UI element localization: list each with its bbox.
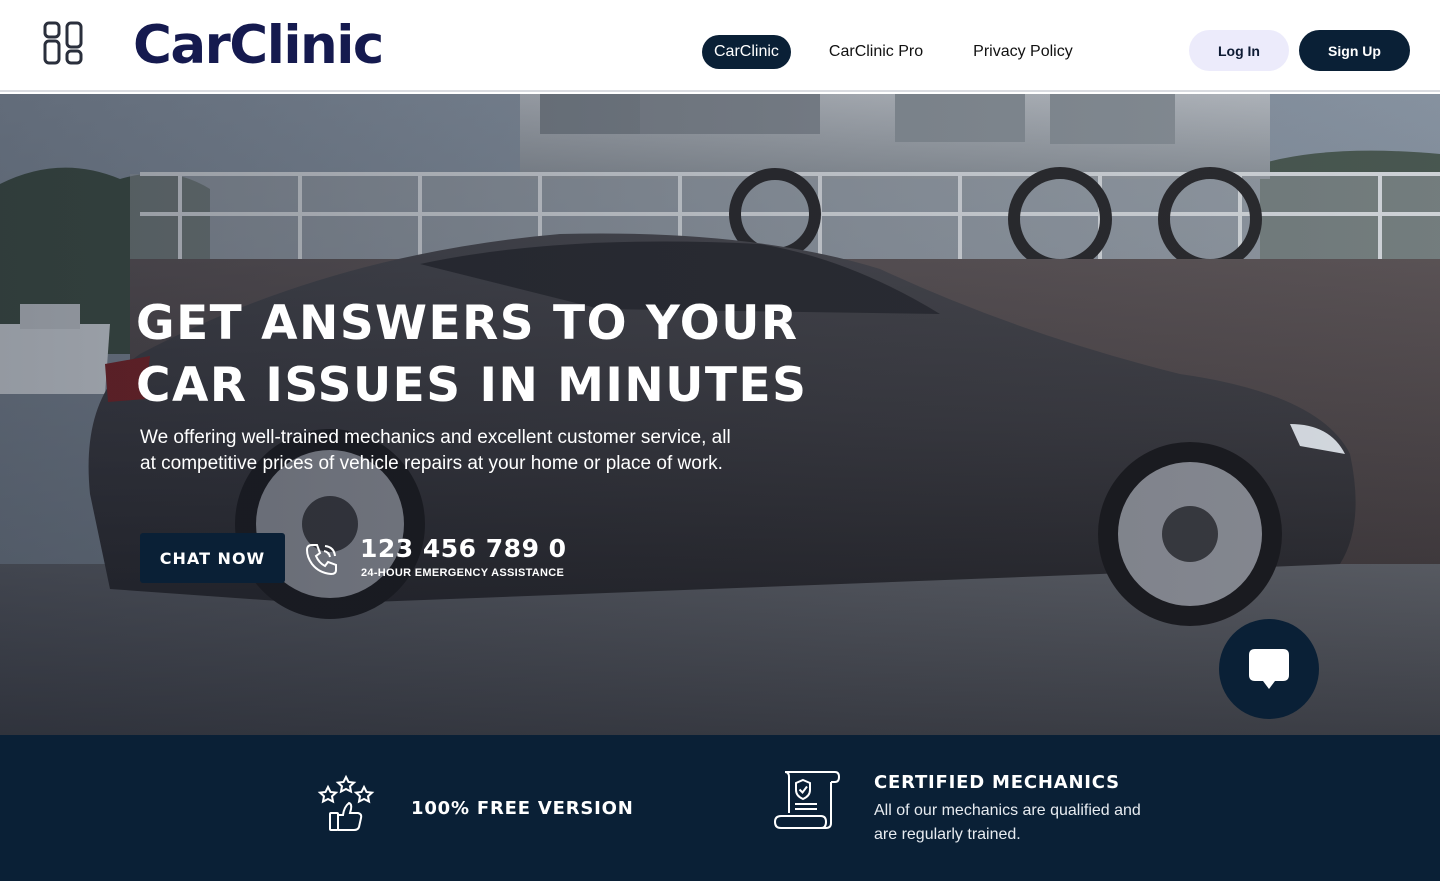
nav-item-privacy-policy[interactable]: Privacy Policy (961, 35, 1085, 69)
chat-now-button[interactable]: CHAT NOW (140, 533, 285, 583)
nav-item-carclinic[interactable]: CarClinic (702, 35, 791, 69)
hero-title-line-1: GET ANSWERS TO YOUR (136, 296, 799, 351)
hero-title-line-2: CAR ISSUES IN MINUTES (136, 358, 808, 413)
feature-title-free-version: 100% FREE VERSION (411, 798, 634, 819)
phone-caption: 24-HOUR EMERGENCY ASSISTANCE (361, 567, 565, 579)
brand-logo-text[interactable]: CarClinic (133, 14, 384, 78)
chat-bubble-icon (1249, 649, 1289, 689)
features-band: 100% FREE VERSION CERTIFIED MECHANICS Al… (0, 735, 1440, 881)
logo-icon[interactable] (43, 21, 85, 65)
certificate-shield-icon (773, 771, 841, 829)
feature-description-certified-mechanics: All of our mechanics are qualified and a… (874, 802, 1141, 843)
phone-number[interactable]: 123 456 789 0 (360, 534, 567, 563)
phone-icon (305, 544, 337, 576)
site-header: CarClinic CarClinic CarClinic Pro Privac… (0, 0, 1440, 92)
chat-widget-button[interactable] (1219, 619, 1319, 719)
nav-item-carclinic-pro[interactable]: CarClinic Pro (817, 35, 935, 69)
hero-subtitle: We offering well-trained mechanics and e… (140, 427, 731, 474)
main-nav: CarClinic CarClinic Pro Privacy Policy (702, 35, 1085, 69)
hero-title: GET ANSWERS TO YOUR CAR ISSUES IN MINUTE… (136, 293, 896, 417)
login-button[interactable]: Log In (1189, 30, 1289, 71)
feature-title-certified-mechanics: CERTIFIED MECHANICS (874, 772, 1120, 793)
thumbs-up-stars-icon (317, 774, 375, 831)
signup-button[interactable]: Sign Up (1299, 30, 1410, 71)
hero-section: GET ANSWERS TO YOUR CAR ISSUES IN MINUTE… (0, 94, 1440, 735)
